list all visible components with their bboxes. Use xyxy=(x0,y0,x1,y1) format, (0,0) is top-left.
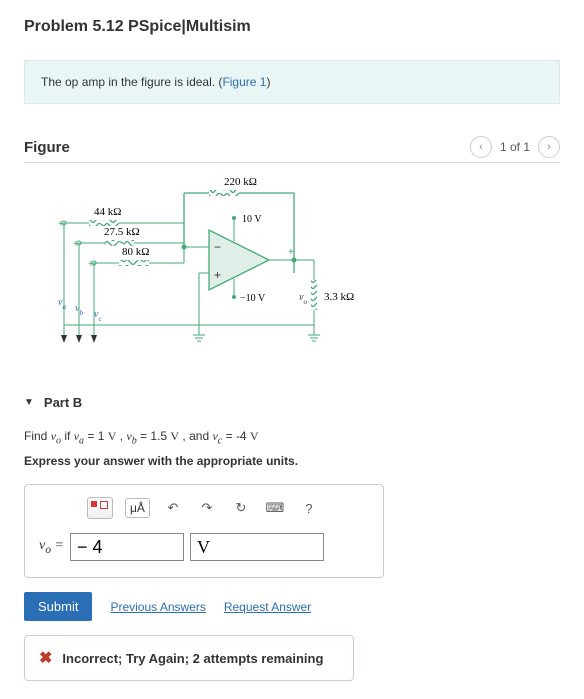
keyboard-icon[interactable]: ⌨ xyxy=(264,497,286,519)
svg-text:+: + xyxy=(88,259,94,270)
error-icon: ✖ xyxy=(39,648,52,668)
pager-text: 1 of 1 xyxy=(500,140,530,154)
answer-toolbar: μÅ ↶ ↷ ↻ ⌨ ? xyxy=(87,497,369,519)
svg-text:+: + xyxy=(73,239,79,250)
svg-text:va: va xyxy=(58,297,66,311)
intro-box: The op amp in the figure is ideal. (Figu… xyxy=(24,60,560,104)
figure-link[interactable]: Figure 1 xyxy=(222,75,266,89)
part-label: Part B xyxy=(44,395,82,410)
collapse-caret-icon: ▼ xyxy=(24,397,34,408)
unit-input[interactable] xyxy=(190,533,324,561)
r2-label: 27.5 kΩ xyxy=(104,226,140,238)
units-instruction: Express your answer with the appropriate… xyxy=(24,454,560,468)
answer-box: μÅ ↶ ↷ ↻ ⌨ ? vo = xyxy=(24,484,384,578)
r3-label: 80 kΩ xyxy=(122,246,149,258)
rload-label: 3.3 kΩ xyxy=(324,291,354,303)
pager-next-icon[interactable]: › xyxy=(538,136,560,158)
feedback-text: Incorrect; Try Again; 2 attempts remaini… xyxy=(62,651,323,666)
previous-answers-link[interactable]: Previous Answers xyxy=(110,600,205,614)
pager-prev-icon[interactable]: ‹ xyxy=(470,136,492,158)
part-header[interactable]: ▼ Part B xyxy=(24,395,560,410)
intro-text-after: ) xyxy=(266,75,270,89)
svg-text:+: + xyxy=(214,268,221,282)
svg-text:vo: vo xyxy=(299,292,307,306)
undo-icon[interactable]: ↶ xyxy=(162,497,184,519)
help-icon[interactable]: ? xyxy=(298,497,320,519)
template-button-icon[interactable] xyxy=(87,497,113,519)
request-answer-link[interactable]: Request Answer xyxy=(224,600,311,614)
units-button[interactable]: μÅ xyxy=(125,498,150,518)
vminus-label: −10 V xyxy=(240,293,266,304)
figure-heading: Figure xyxy=(24,139,70,156)
reset-icon[interactable]: ↻ xyxy=(230,497,252,519)
svg-text:+: + xyxy=(288,247,294,258)
svg-text:−: − xyxy=(214,240,221,254)
feedback-box: ✖ Incorrect; Try Again; 2 attempts remai… xyxy=(24,635,354,681)
value-input[interactable] xyxy=(70,533,184,561)
vo-label: vo = xyxy=(39,538,64,556)
figure-pager: ‹ 1 of 1 › xyxy=(470,136,560,158)
redo-icon[interactable]: ↷ xyxy=(196,497,218,519)
intro-text-before: The op amp in the figure is ideal. ( xyxy=(41,75,222,89)
circuit-diagram: 220 kΩ 44 kΩ + 27.5 kΩ + 80 kΩ + xyxy=(44,175,364,375)
circuit-figure: 220 kΩ 44 kΩ + 27.5 kΩ + 80 kΩ + xyxy=(24,175,560,375)
r1-label: 44 kΩ xyxy=(94,206,121,218)
svg-text:+: + xyxy=(58,219,64,230)
actions-row: Submit Previous Answers Request Answer xyxy=(24,592,560,621)
submit-button[interactable]: Submit xyxy=(24,592,92,621)
r-feedback-label: 220 kΩ xyxy=(224,176,257,188)
vplus-label: 10 V xyxy=(242,214,262,225)
page-title: Problem 5.12 PSpice|Multisim xyxy=(24,18,560,36)
figure-header: Figure ‹ 1 of 1 › xyxy=(24,136,560,163)
svg-text:vc: vc xyxy=(94,309,102,323)
part-prompt: Find vo if va = 1 V , vb = 1.5 V , and v… xyxy=(24,426,560,450)
